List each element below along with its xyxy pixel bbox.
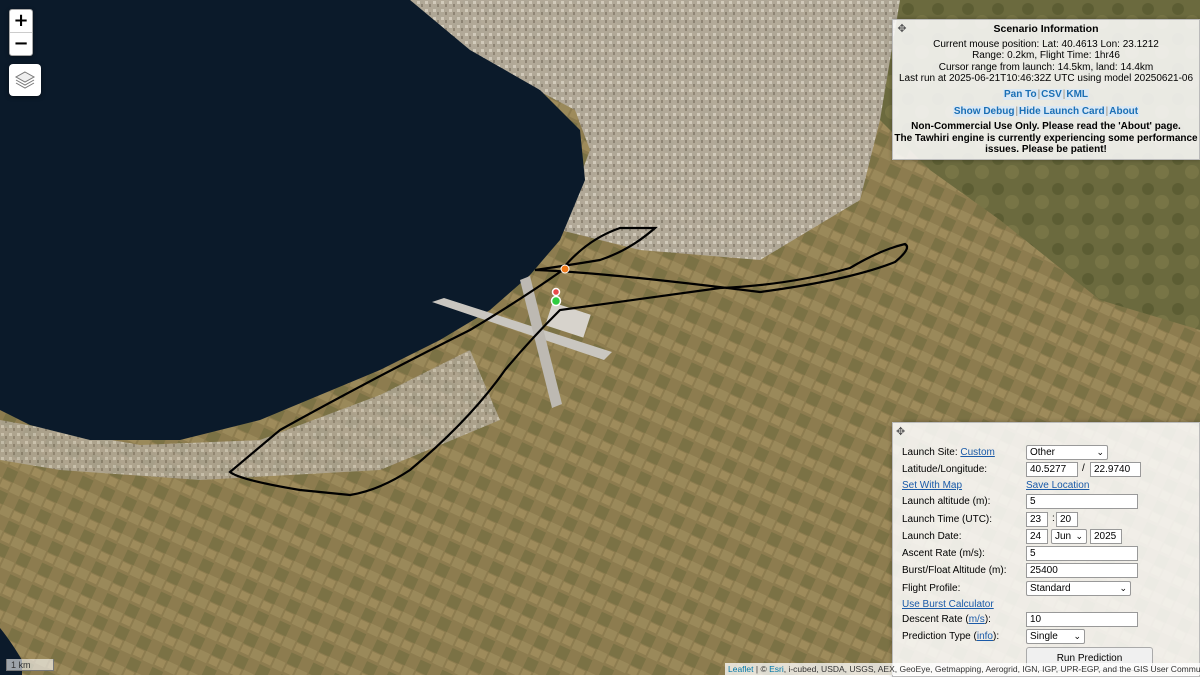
descent-label-text: Descent Rate (	[902, 614, 969, 625]
prediction-type-select[interactable]: Single ⌄	[1026, 629, 1085, 644]
kml-link[interactable]: KML	[1065, 88, 1090, 100]
latlon-label: Latitude/Longitude:	[902, 464, 988, 475]
prediction-type-value: Single	[1030, 631, 1058, 642]
latitude-input[interactable]: 40.5277	[1026, 462, 1078, 477]
launch-marker[interactable]	[550, 295, 562, 307]
notice-line-2: The Tawhiri engine is currently experien…	[894, 132, 1198, 144]
chevron-down-icon: ⌄	[1119, 583, 1127, 593]
csv-link[interactable]: CSV	[1040, 88, 1063, 100]
layers-icon	[14, 71, 36, 89]
ptype-label-text: Prediction Type (	[902, 631, 977, 642]
burst-altitude-label: Burst/Float Altitude (m):	[902, 565, 1007, 576]
mouse-position: Current mouse position: Lat: 40.4613 Lon…	[933, 38, 1159, 50]
notice-line-3: issues. Please be patient!	[985, 144, 1107, 156]
pan-to-link[interactable]: Pan To	[1002, 88, 1038, 100]
hide-launch-card-link[interactable]: Hide Launch Card	[1018, 105, 1106, 117]
chevron-down-icon: ⌄	[1096, 447, 1104, 457]
move-icon[interactable]: ✥	[896, 23, 908, 35]
ascent-rate-label: Ascent Rate (m/s):	[902, 548, 985, 559]
chevron-down-icon: ⌄	[1073, 631, 1081, 641]
zoom-out-button[interactable]: −	[10, 32, 32, 55]
launch-site-value: Other	[1030, 447, 1056, 458]
launch-site-label: Launch Site:	[902, 447, 958, 458]
ptype-label-end: ):	[992, 631, 1000, 642]
last-run: Last run at 2025-06-21T10:46:32Z UTC usi…	[898, 73, 1194, 85]
save-location-link[interactable]: Save Location	[1026, 479, 1089, 493]
zoom-in-button[interactable]: +	[10, 10, 32, 32]
set-with-map-link[interactable]: Set With Map	[902, 479, 962, 493]
chevron-down-icon: ⌄	[1075, 531, 1083, 541]
latlon-separator: /	[1082, 463, 1085, 474]
scenario-panel: ✥ Scenario Information Current mouse pos…	[892, 19, 1200, 160]
year-input[interactable]: 2025	[1090, 529, 1122, 544]
layers-button[interactable]	[9, 64, 41, 96]
scale-bar: 1 km	[6, 659, 54, 671]
descent-units-link[interactable]: m/s	[969, 614, 985, 625]
minute-input[interactable]: 20	[1056, 512, 1078, 527]
cursor-range: Cursor range from launch: 14.5km, land: …	[938, 61, 1154, 73]
prediction-info-link[interactable]: info	[977, 631, 993, 642]
burst-altitude-input[interactable]: 25400	[1026, 563, 1138, 578]
launch-altitude-label: Launch altitude (m):	[902, 496, 991, 507]
month-value: Jun	[1055, 531, 1072, 542]
show-debug-link[interactable]: Show Debug	[952, 105, 1016, 117]
descent-label-end: ):	[984, 614, 991, 625]
launch-site-row: Launch Site: Custom	[902, 446, 995, 460]
custom-link[interactable]: Custom	[960, 447, 994, 458]
attribution-sep: | ©	[753, 664, 770, 674]
flight-profile-value: Standard	[1030, 583, 1071, 594]
map-attribution: Leaflet | © Esri, i-cubed, USDA, USGS, A…	[725, 663, 1200, 675]
scenario-title: Scenario Information	[993, 23, 1099, 35]
ascent-rate-input[interactable]: 5	[1026, 546, 1138, 561]
esri-link[interactable]: Esri	[769, 664, 784, 674]
panel-links: Show Debug|Hide Launch Card|About	[952, 105, 1140, 117]
launch-time-label: Launch Time (UTC):	[902, 514, 993, 525]
launch-site-select[interactable]: Other ⌄	[1026, 445, 1108, 460]
landing-marker[interactable]	[560, 264, 570, 274]
prediction-type-label: Prediction Type (info):	[902, 630, 999, 644]
export-links: Pan To|CSV|KML	[1002, 88, 1090, 100]
notice-line-1: Non-Commercial Use Only. Please read the…	[911, 121, 1181, 133]
zoom-control: + −	[9, 9, 33, 56]
about-link[interactable]: About	[1108, 105, 1140, 117]
flight-profile-select[interactable]: Standard ⌄	[1026, 581, 1131, 596]
day-input[interactable]: 24	[1026, 529, 1048, 544]
burst-calculator-link[interactable]: Use Burst Calculator	[902, 598, 994, 612]
longitude-input[interactable]: 22.9740	[1090, 462, 1141, 477]
launch-date-label: Launch Date:	[902, 531, 962, 542]
launch-altitude-input[interactable]: 5	[1026, 494, 1138, 509]
range-info: Range: 0.2km, Flight Time: 1hr46	[972, 50, 1120, 62]
flight-profile-label: Flight Profile:	[902, 583, 961, 594]
leaflet-link[interactable]: Leaflet	[728, 664, 754, 674]
move-icon[interactable]: ✥	[896, 426, 908, 438]
descent-rate-input[interactable]: 10	[1026, 612, 1138, 627]
attribution-text: , i-cubed, USDA, USGS, AEX, GeoEye, Getm…	[783, 664, 1200, 674]
descent-rate-label: Descent Rate (m/s):	[902, 613, 991, 627]
launch-card: ✥ Launch Site: Custom Other ⌄ Latitude/Lo…	[892, 422, 1200, 677]
month-select[interactable]: Jun ⌄	[1051, 529, 1087, 544]
burst-marker[interactable]	[551, 287, 561, 297]
time-separator: :	[1052, 513, 1055, 524]
hour-input[interactable]: 23	[1026, 512, 1048, 527]
